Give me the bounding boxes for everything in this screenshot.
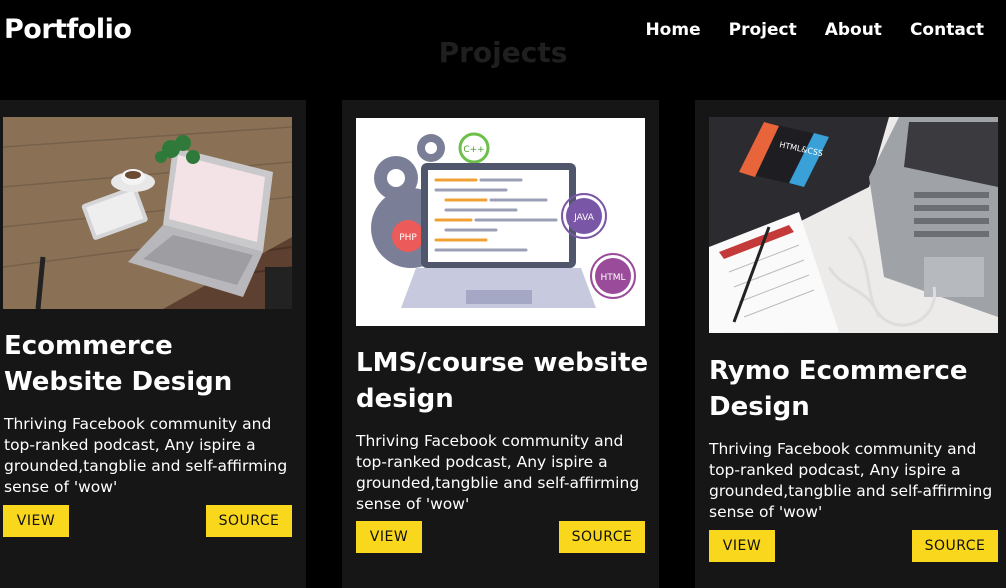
section-title: Projects	[438, 36, 568, 69]
svg-text:PHP: PHP	[399, 233, 417, 243]
project-title: LMS/course website design	[356, 348, 649, 414]
project-card-ecommerce: Ecommerce Website Design Thriving Facebo…	[0, 100, 306, 588]
view-button[interactable]: VIEW	[709, 530, 775, 562]
project-image-book-laptop: HTML&CSS	[709, 117, 998, 333]
view-button[interactable]: VIEW	[3, 505, 69, 537]
project-description: Thriving Facebook community and top-rank…	[356, 432, 640, 513]
source-button[interactable]: SOURCE	[559, 521, 645, 553]
project-title: Rymo Ecommerce Design	[709, 356, 968, 422]
svg-text:HTML: HTML	[600, 273, 625, 283]
project-card-lms: PHP C++ JAVA HTML LMS/course website des…	[342, 100, 659, 588]
svg-text:JAVA: JAVA	[573, 213, 595, 223]
project-card-rymo: HTML&CSS Rymo Ecommerce Design Thriving …	[695, 100, 1006, 588]
project-title: Ecommerce Website Design	[4, 331, 233, 397]
svg-text:C++: C++	[463, 145, 484, 155]
source-button[interactable]: SOURCE	[912, 530, 998, 562]
project-description: Thriving Facebook community and top-rank…	[709, 440, 993, 521]
project-image-coding-laptop: PHP C++ JAVA HTML	[356, 118, 645, 326]
project-description: Thriving Facebook community and top-rank…	[4, 415, 288, 496]
source-button[interactable]: SOURCE	[206, 505, 292, 537]
view-button[interactable]: VIEW	[356, 521, 422, 553]
page: Portfolio Home Project About Contact Pro…	[0, 0, 1006, 588]
project-image-laptop-desk	[3, 117, 292, 309]
